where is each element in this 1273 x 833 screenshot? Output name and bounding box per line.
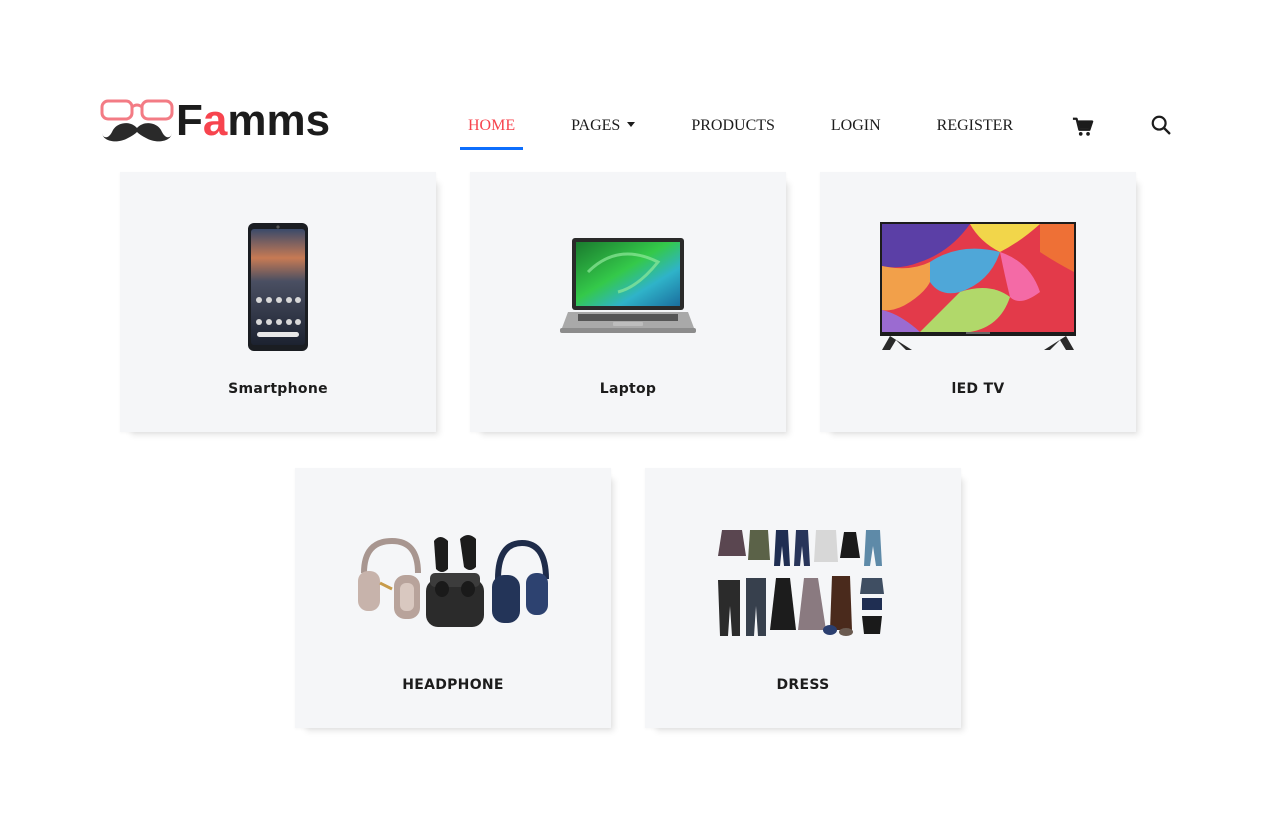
laptop-icon [560,238,696,333]
caret-down-icon [627,121,636,127]
glasses-mustache-icon [100,99,174,142]
nav-products[interactable]: PRODUCTS [663,104,803,150]
category-label: Laptop [599,381,657,397]
active-underline [460,147,524,150]
nav-login-label: LOGIN [830,117,881,134]
category-label: Smartphone [228,381,328,397]
product-image [645,508,961,658]
smartphone-icon [248,223,308,351]
brand-name: Famms [176,98,330,144]
nav-products-label: PRODUCTS [691,117,775,134]
product-image [820,212,1136,362]
nav-pages-dropdown[interactable]: PAGES [543,104,663,150]
brand-name-suffix: mms [227,96,331,145]
nav-home[interactable]: HOME [440,104,543,150]
brand-logo[interactable]: Famms [100,98,330,144]
category-label: lED TV [951,381,1005,397]
headphone-icon [358,535,549,627]
cart-icon[interactable] [1072,116,1094,138]
product-image [295,508,611,658]
category-card-dress[interactable]: DRESS [645,468,961,728]
nav-home-label: HOME [468,117,516,134]
brand-name-prefix: F [176,96,203,145]
dress-icon [718,530,884,636]
product-image [120,212,436,362]
category-card-led-tv[interactable]: lED TV [820,172,1136,432]
main-nav: HOME PAGES PRODUCTS LOGIN REGISTER [440,104,1041,150]
category-card-laptop[interactable]: Laptop [470,172,786,432]
nav-register-label: REGISTER [936,117,1014,134]
category-card-headphone[interactable]: HEADPHONE [295,468,611,728]
product-image [470,212,786,362]
category-label: HEADPHONE [402,677,504,693]
page: Famms HOME PAGES PRODUCTS LOGIN REGISTER [0,0,1273,833]
nav-register[interactable]: REGISTER [909,104,1041,150]
brand-name-accent: a [202,96,228,145]
tv-icon [880,222,1076,350]
nav-login[interactable]: LOGIN [803,104,909,150]
category-card-smartphone[interactable]: Smartphone [120,172,436,432]
search-icon[interactable] [1150,114,1172,136]
nav-pages-label: PAGES [571,117,621,134]
category-label: DRESS [776,677,830,693]
